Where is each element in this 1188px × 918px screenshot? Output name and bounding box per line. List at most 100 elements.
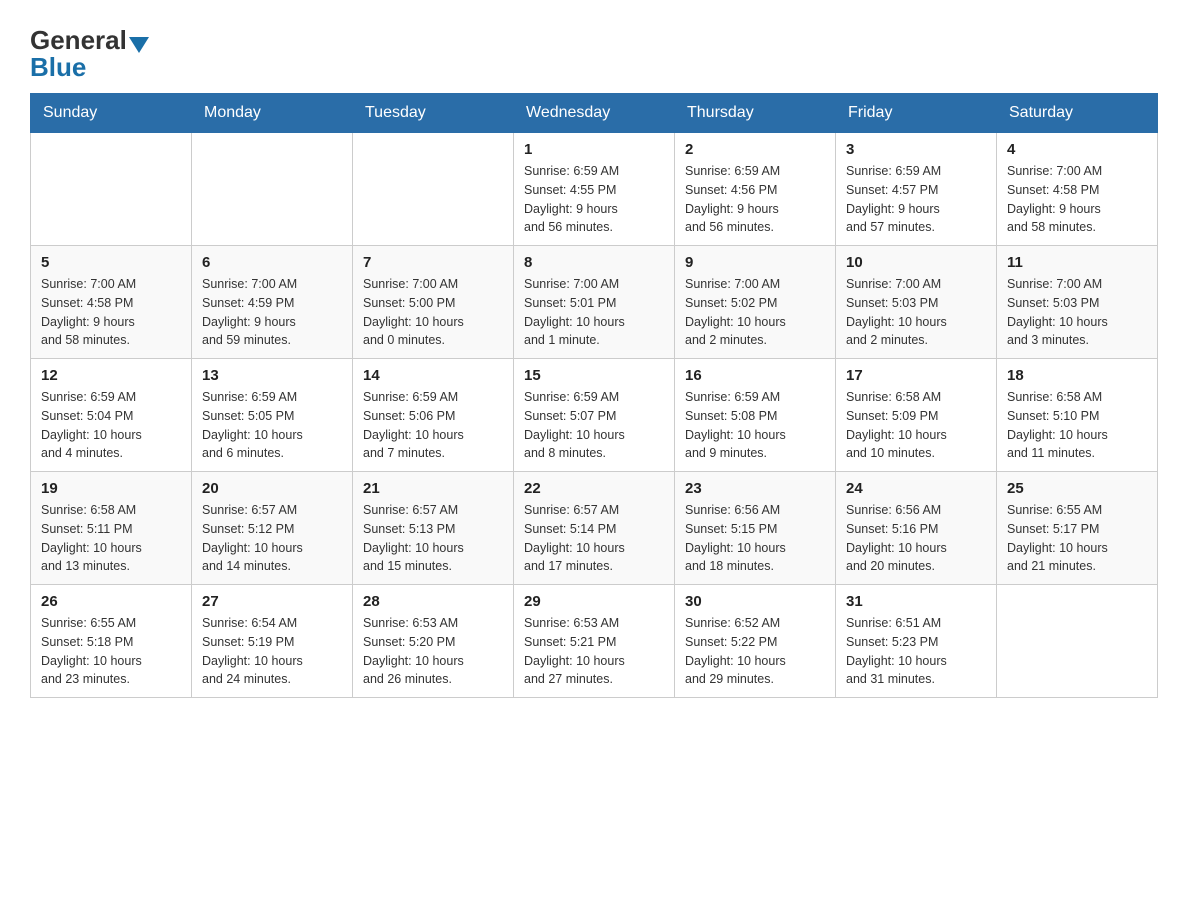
day-number: 27 <box>202 593 342 610</box>
calendar-cell: 25 Sunrise: 6:55 AMSunset: 5:17 PMDayligh… <box>997 472 1158 585</box>
day-info: Sunrise: 6:57 AMSunset: 5:13 PMDaylight:… <box>363 501 503 576</box>
day-number: 29 <box>524 593 664 610</box>
day-info: Sunrise: 6:52 AMSunset: 5:22 PMDaylight:… <box>685 614 825 689</box>
calendar-cell <box>192 133 353 246</box>
day-info: Sunrise: 6:59 AMSunset: 5:07 PMDaylight:… <box>524 388 664 463</box>
day-info: Sunrise: 6:53 AMSunset: 5:21 PMDaylight:… <box>524 614 664 689</box>
calendar-cell: 13 Sunrise: 6:59 AMSunset: 5:05 PMDayligh… <box>192 359 353 472</box>
calendar-cell: 6 Sunrise: 7:00 AMSunset: 4:59 PMDaylight… <box>192 246 353 359</box>
day-number: 19 <box>41 480 181 497</box>
calendar-week-4: 19 Sunrise: 6:58 AMSunset: 5:11 PMDayligh… <box>31 472 1158 585</box>
day-number: 1 <box>524 141 664 158</box>
day-info: Sunrise: 6:57 AMSunset: 5:12 PMDaylight:… <box>202 501 342 576</box>
day-number: 20 <box>202 480 342 497</box>
calendar-cell: 22 Sunrise: 6:57 AMSunset: 5:14 PMDayligh… <box>514 472 675 585</box>
day-info: Sunrise: 7:00 AMSunset: 5:01 PMDaylight:… <box>524 275 664 350</box>
day-number: 4 <box>1007 141 1147 158</box>
calendar-cell <box>997 585 1158 698</box>
weekday-header-saturday: Saturday <box>997 94 1158 133</box>
weekday-header-monday: Monday <box>192 94 353 133</box>
day-number: 25 <box>1007 480 1147 497</box>
day-info: Sunrise: 7:00 AMSunset: 5:02 PMDaylight:… <box>685 275 825 350</box>
calendar-cell: 14Sunrise: 6:59 AMSunset: 5:06 PMDayligh… <box>353 359 514 472</box>
calendar-cell: 5Sunrise: 7:00 AMSunset: 4:58 PMDaylight… <box>31 246 192 359</box>
calendar-cell <box>353 133 514 246</box>
weekday-header-wednesday: Wednesday <box>514 94 675 133</box>
calendar-cell: 30Sunrise: 6:52 AMSunset: 5:22 PMDayligh… <box>675 585 836 698</box>
day-info: Sunrise: 6:59 AMSunset: 4:56 PMDaylight:… <box>685 162 825 237</box>
calendar-cell: 28Sunrise: 6:53 AMSunset: 5:20 PMDayligh… <box>353 585 514 698</box>
day-info: Sunrise: 6:58 AMSunset: 5:10 PMDaylight:… <box>1007 388 1147 463</box>
calendar-cell: 11Sunrise: 7:00 AMSunset: 5:03 PMDayligh… <box>997 246 1158 359</box>
weekday-header-tuesday: Tuesday <box>353 94 514 133</box>
day-info: Sunrise: 6:56 AMSunset: 5:15 PMDaylight:… <box>685 501 825 576</box>
day-number: 13 <box>202 367 342 384</box>
weekday-header-thursday: Thursday <box>675 94 836 133</box>
day-number: 28 <box>363 593 503 610</box>
calendar-week-2: 5Sunrise: 7:00 AMSunset: 4:58 PMDaylight… <box>31 246 1158 359</box>
day-number: 17 <box>846 367 986 384</box>
calendar-cell: 17 Sunrise: 6:58 AMSunset: 5:09 PMDayligh… <box>836 359 997 472</box>
day-info: Sunrise: 6:59 AMSunset: 5:05 PMDaylight:… <box>202 388 342 463</box>
day-info: Sunrise: 6:55 AMSunset: 5:17 PMDaylight:… <box>1007 501 1147 576</box>
day-number: 24 <box>846 480 986 497</box>
calendar-cell <box>31 133 192 246</box>
calendar-table: SundayMondayTuesdayWednesdayThursdayFrid… <box>30 93 1158 698</box>
day-info: Sunrise: 6:57 AMSunset: 5:14 PMDaylight:… <box>524 501 664 576</box>
calendar-cell: 15 Sunrise: 6:59 AMSunset: 5:07 PMDayligh… <box>514 359 675 472</box>
calendar-cell: 7Sunrise: 7:00 AMSunset: 5:00 PMDaylight… <box>353 246 514 359</box>
calendar-cell: 19 Sunrise: 6:58 AMSunset: 5:11 PMDayligh… <box>31 472 192 585</box>
calendar-cell: 8Sunrise: 7:00 AMSunset: 5:01 PMDaylight… <box>514 246 675 359</box>
day-number: 14 <box>363 367 503 384</box>
day-info: Sunrise: 6:56 AMSunset: 5:16 PMDaylight:… <box>846 501 986 576</box>
day-info: Sunrise: 6:59 AMSunset: 4:57 PMDaylight:… <box>846 162 986 237</box>
calendar-cell: 21 Sunrise: 6:57 AMSunset: 5:13 PMDayligh… <box>353 472 514 585</box>
weekday-header-sunday: Sunday <box>31 94 192 133</box>
page-header: General Blue <box>30 20 1158 83</box>
day-number: 16 <box>685 367 825 384</box>
day-number: 6 <box>202 254 342 271</box>
day-info: Sunrise: 6:54 AMSunset: 5:19 PMDaylight:… <box>202 614 342 689</box>
day-info: Sunrise: 7:00 AMSunset: 5:03 PMDaylight:… <box>1007 275 1147 350</box>
day-number: 9 <box>685 254 825 271</box>
day-info: Sunrise: 6:58 AMSunset: 5:11 PMDaylight:… <box>41 501 181 576</box>
logo-row2: Blue <box>30 52 86 83</box>
calendar-cell: 10Sunrise: 7:00 AMSunset: 5:03 PMDayligh… <box>836 246 997 359</box>
calendar-cell: 27 Sunrise: 6:54 AMSunset: 5:19 PMDayligh… <box>192 585 353 698</box>
calendar-cell: 31Sunrise: 6:51 AMSunset: 5:23 PMDayligh… <box>836 585 997 698</box>
calendar-header-row: SundayMondayTuesdayWednesdayThursdayFrid… <box>31 94 1158 133</box>
day-info: Sunrise: 7:00 AMSunset: 4:59 PMDaylight:… <box>202 275 342 350</box>
calendar-cell: 2 Sunrise: 6:59 AMSunset: 4:56 PMDaylight… <box>675 133 836 246</box>
day-info: Sunrise: 6:59 AMSunset: 4:55 PMDaylight:… <box>524 162 664 237</box>
calendar-cell: 9 Sunrise: 7:00 AMSunset: 5:02 PMDaylight… <box>675 246 836 359</box>
day-number: 23 <box>685 480 825 497</box>
weekday-header-friday: Friday <box>836 94 997 133</box>
calendar-cell: 3 Sunrise: 6:59 AMSunset: 4:57 PMDaylight… <box>836 133 997 246</box>
day-number: 2 <box>685 141 825 158</box>
day-number: 15 <box>524 367 664 384</box>
calendar-week-5: 26 Sunrise: 6:55 AMSunset: 5:18 PMDayligh… <box>31 585 1158 698</box>
calendar-cell: 26 Sunrise: 6:55 AMSunset: 5:18 PMDayligh… <box>31 585 192 698</box>
day-number: 21 <box>363 480 503 497</box>
day-info: Sunrise: 6:51 AMSunset: 5:23 PMDaylight:… <box>846 614 986 689</box>
calendar-cell: 23 Sunrise: 6:56 AMSunset: 5:15 PMDayligh… <box>675 472 836 585</box>
day-info: Sunrise: 7:00 AMSunset: 4:58 PMDaylight:… <box>41 275 181 350</box>
calendar-week-1: 1 Sunrise: 6:59 AMSunset: 4:55 PMDaylight… <box>31 133 1158 246</box>
calendar-cell: 16Sunrise: 6:59 AMSunset: 5:08 PMDayligh… <box>675 359 836 472</box>
day-info: Sunrise: 6:59 AMSunset: 5:04 PMDaylight:… <box>41 388 181 463</box>
day-number: 26 <box>41 593 181 610</box>
logo: General Blue <box>30 20 151 83</box>
day-number: 3 <box>846 141 986 158</box>
calendar-cell: 12Sunrise: 6:59 AMSunset: 5:04 PMDayligh… <box>31 359 192 472</box>
day-info: Sunrise: 6:55 AMSunset: 5:18 PMDaylight:… <box>41 614 181 689</box>
calendar-cell: 4Sunrise: 7:00 AMSunset: 4:58 PMDaylight… <box>997 133 1158 246</box>
day-number: 22 <box>524 480 664 497</box>
day-number: 7 <box>363 254 503 271</box>
calendar-cell: 18Sunrise: 6:58 AMSunset: 5:10 PMDayligh… <box>997 359 1158 472</box>
calendar-cell: 1 Sunrise: 6:59 AMSunset: 4:55 PMDaylight… <box>514 133 675 246</box>
calendar-cell: 20 Sunrise: 6:57 AMSunset: 5:12 PMDayligh… <box>192 472 353 585</box>
calendar-cell: 24 Sunrise: 6:56 AMSunset: 5:16 PMDayligh… <box>836 472 997 585</box>
calendar-week-3: 12Sunrise: 6:59 AMSunset: 5:04 PMDayligh… <box>31 359 1158 472</box>
calendar-cell: 29 Sunrise: 6:53 AMSunset: 5:21 PMDayligh… <box>514 585 675 698</box>
day-info: Sunrise: 6:58 AMSunset: 5:09 PMDaylight:… <box>846 388 986 463</box>
